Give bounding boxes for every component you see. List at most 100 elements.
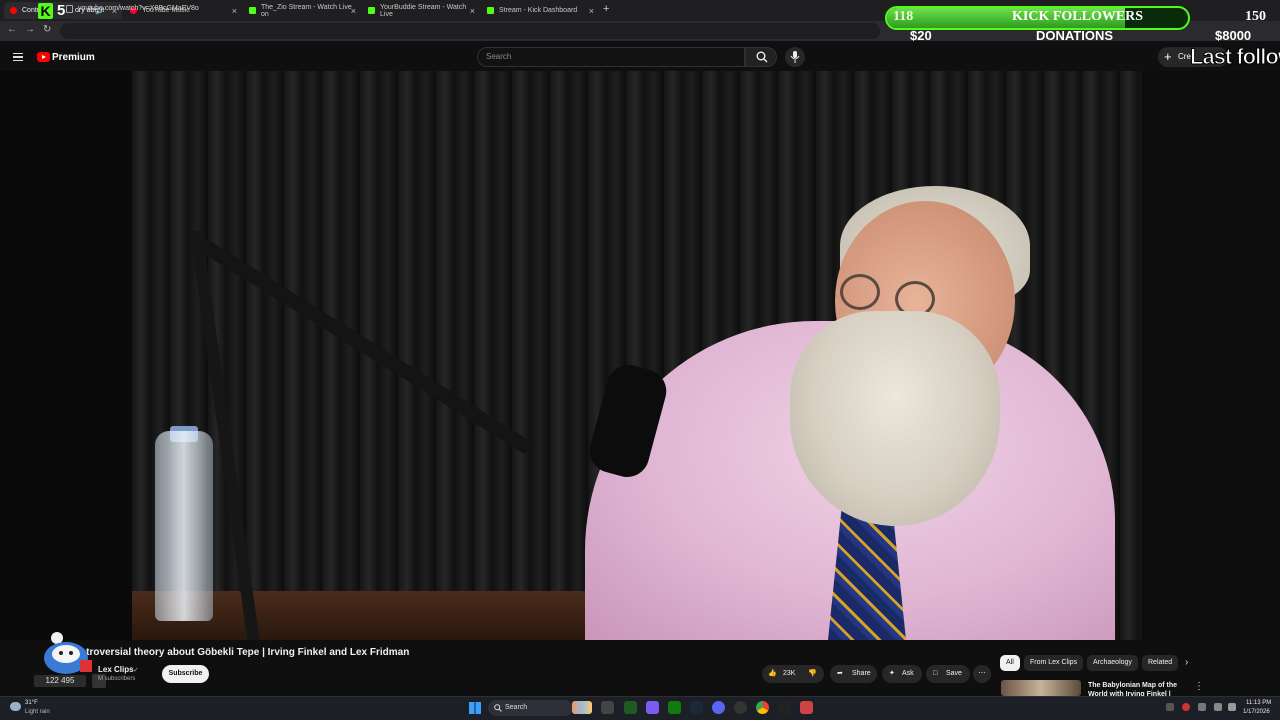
kick-overlay-digit: 5 — [57, 2, 66, 19]
recommended-more-icon[interactable]: ⋮ — [1194, 681, 1204, 692]
task-view-icon[interactable] — [601, 701, 614, 714]
last-follower-label: Last followe — [1189, 44, 1280, 70]
reload-icon[interactable]: ↻ — [43, 24, 51, 35]
tab-zio-stream[interactable]: The_Zio Stream - Watch Live on × — [243, 2, 361, 19]
dislike-icon[interactable]: 👎 — [808, 665, 817, 683]
channel-name[interactable]: Lex Clips — [98, 665, 134, 674]
viewer-count-badge: 122 495 — [34, 675, 86, 687]
verified-icon: ✓ — [133, 667, 139, 674]
video-water-bottle — [155, 431, 213, 621]
search-button[interactable] — [745, 47, 777, 67]
ask-button[interactable]: ✦ Ask — [882, 665, 922, 683]
volume-icon[interactable] — [1228, 703, 1236, 711]
donations-goal: $8000 — [1215, 28, 1252, 43]
tab-label: Stream - Kick Dashboard — [499, 7, 578, 14]
taskbar-search[interactable] — [488, 700, 573, 716]
windows-start-icon[interactable] — [469, 702, 481, 714]
channel-subscriber-count: M subscribers — [98, 676, 136, 682]
obs-icon[interactable] — [734, 701, 747, 714]
tab-label: The_Zio Stream - Watch Live on — [261, 3, 352, 18]
app-icon[interactable] — [646, 701, 659, 714]
kick-logo-icon: K — [38, 3, 53, 19]
microphone-icon — [790, 51, 800, 63]
wifi-icon[interactable] — [1214, 703, 1222, 711]
video-player[interactable] — [0, 71, 1280, 640]
chevron-right-icon[interactable]: › — [1185, 657, 1188, 668]
like-icon[interactable]: 👍 — [768, 665, 777, 683]
close-tab-icon[interactable]: × — [589, 6, 594, 16]
sparkle-icon: ✦ — [889, 670, 895, 677]
like-count[interactable]: 23K — [783, 665, 795, 683]
share-button[interactable]: ➦ Share — [830, 665, 877, 683]
tray-app-icon[interactable] — [1198, 703, 1206, 711]
discord-icon[interactable] — [712, 701, 725, 714]
more-icon: ⋯ — [978, 670, 986, 677]
app-icon[interactable] — [800, 701, 813, 714]
like-dislike-group: 👍 23K 👎 — [762, 665, 824, 683]
close-tab-icon[interactable]: × — [232, 6, 237, 16]
streamer-avatar — [44, 632, 92, 674]
address-bar[interactable] — [60, 23, 880, 39]
tab-label: YourBuddie Stream - Watch Live — [380, 3, 467, 18]
video-letterbox-left — [0, 71, 132, 640]
widgets-icon[interactable] — [572, 701, 592, 714]
save-button[interactable]: □ Save — [926, 665, 970, 683]
weather-description[interactable]: Light rain — [25, 709, 50, 715]
clock-time[interactable]: 11:13 PM — [1246, 700, 1271, 706]
video-person-glasses-left — [840, 274, 880, 310]
ask-label: Ask — [902, 670, 914, 677]
tab-kick-dashboard[interactable]: Stream - Kick Dashboard × — [481, 2, 599, 19]
kick-icon — [249, 7, 256, 14]
chrome-icon[interactable] — [756, 701, 769, 714]
clock-date[interactable]: 1/17/2026 — [1243, 709, 1270, 715]
menu-icon[interactable] — [13, 53, 23, 61]
search-field[interactable] — [477, 47, 745, 67]
followers-goal-target: 150 — [1245, 9, 1266, 24]
video-title: ntroversial theory about Göbekli Tepe | … — [80, 647, 410, 658]
steam-icon[interactable] — [690, 701, 703, 714]
close-tab-icon[interactable]: × — [470, 6, 475, 16]
video-person-beard — [790, 311, 1000, 526]
url-text[interactable]: youtube.com/watch?v=X0BcGMaEV8o — [78, 5, 199, 12]
search-icon — [494, 704, 502, 712]
share-icon: ➦ — [837, 670, 843, 677]
save-label: Save — [946, 670, 962, 677]
bookmark-icon: □ — [933, 670, 938, 677]
weather-temperature[interactable]: 31°F — [25, 700, 38, 706]
taskbar-search-label[interactable]: Search — [505, 704, 527, 711]
search-icon — [756, 51, 768, 63]
share-label: Share — [852, 670, 871, 677]
chip-all[interactable]: All — [1000, 655, 1020, 671]
back-icon[interactable]: ← — [7, 24, 17, 35]
windows-taskbar — [0, 696, 1280, 720]
cloud-rain-icon[interactable] — [10, 702, 21, 711]
tab-yourbuddie-stream[interactable]: YourBuddie Stream - Watch Live × — [362, 2, 480, 19]
donations-title: DONATIONS — [1036, 28, 1114, 43]
plus-icon: + — [1164, 49, 1172, 64]
xbox-icon[interactable] — [668, 701, 681, 714]
youtube-icon — [10, 7, 17, 14]
voice-search-button[interactable] — [785, 47, 805, 67]
app-icon[interactable] — [778, 701, 791, 714]
youtube-logo-icon[interactable] — [37, 52, 50, 62]
more-actions-button[interactable]: ⋯ — [973, 665, 991, 683]
tray-app-icon[interactable] — [1182, 703, 1190, 711]
forward-icon[interactable]: → — [25, 24, 35, 35]
followers-goal-title: KICK FOLLOWERS — [1012, 9, 1144, 24]
subscribe-button[interactable]: Subscribe — [162, 665, 209, 683]
chip-related[interactable]: Related — [1142, 655, 1179, 671]
kick-icon — [368, 7, 375, 14]
donations-amount: $20 — [910, 28, 932, 43]
tray-chevron-icon[interactable] — [1166, 703, 1174, 711]
terminal-icon[interactable] — [624, 701, 637, 714]
site-info-icon[interactable] — [66, 5, 73, 13]
new-tab-button[interactable]: + — [603, 3, 609, 15]
search-input[interactable]: Search — [486, 52, 511, 61]
youtube-premium-logo[interactable]: Premium — [52, 52, 95, 63]
kick-icon — [487, 7, 494, 14]
chip-from-lex-clips[interactable]: From Lex Clips — [1024, 655, 1084, 671]
close-tab-icon[interactable]: × — [351, 6, 356, 16]
followers-count: 118 — [893, 9, 914, 24]
recommended-thumbnail[interactable] — [1001, 680, 1081, 696]
chip-archaeology[interactable]: Archaeology — [1087, 655, 1138, 671]
